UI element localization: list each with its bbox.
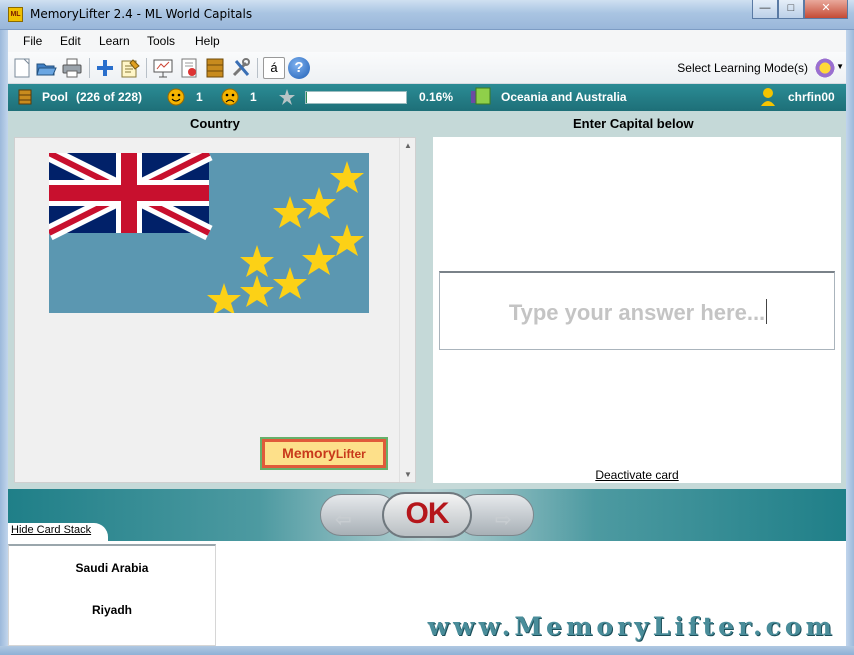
answer-header: Enter Capital below bbox=[573, 116, 694, 131]
arrow-right-icon: ⇨ bbox=[495, 509, 512, 531]
menu-learn[interactable]: Learn bbox=[99, 34, 130, 48]
new-icon[interactable] bbox=[11, 57, 33, 79]
answer-input[interactable]: Type your answer here... bbox=[439, 271, 835, 350]
menu-edit[interactable]: Edit bbox=[60, 34, 81, 48]
toolbar-separator bbox=[146, 58, 147, 78]
question-header: Country bbox=[190, 116, 240, 131]
box-icon[interactable] bbox=[204, 57, 226, 79]
answer-panel: Type your answer here... Deactivate card bbox=[433, 137, 841, 483]
app-icon[interactable]: ML bbox=[8, 7, 23, 22]
window-controls: — □ ✕ bbox=[752, 0, 848, 20]
chapter-icon bbox=[470, 87, 492, 110]
hide-card-stack-link[interactable]: Hide Card Stack bbox=[11, 524, 91, 536]
learning-mode-label[interactable]: Select Learning Mode(s) bbox=[677, 61, 808, 75]
title-bar: ML MemoryLifter 2.4 - ML World Capitals … bbox=[0, 0, 854, 30]
smiley-sad-icon bbox=[221, 88, 239, 109]
print-icon[interactable] bbox=[61, 57, 83, 79]
memorylifter-logo: MemoryLifter bbox=[260, 437, 388, 470]
menu-help[interactable]: Help bbox=[195, 34, 220, 48]
stack-answer: Riyadh bbox=[91, 603, 132, 617]
maximize-button[interactable]: □ bbox=[778, 0, 804, 19]
text-caret bbox=[766, 299, 767, 324]
window-frame-right bbox=[846, 30, 854, 646]
ok-button[interactable]: OK bbox=[382, 492, 472, 538]
statistics-icon[interactable] bbox=[178, 57, 200, 79]
menu-file[interactable]: File bbox=[23, 34, 42, 48]
special-char-icon[interactable]: á bbox=[263, 57, 285, 79]
star-icon bbox=[278, 88, 296, 109]
pool-count: (226 of 228) bbox=[76, 90, 143, 104]
window-frame-left bbox=[0, 30, 8, 646]
toolbar: á ? Select Learning Mode(s) ▼ bbox=[8, 52, 846, 84]
status-bar: Pool (226 of 228) 1 1 0.16% Oceania and … bbox=[8, 84, 846, 111]
website-banner: www.MemoryLifter.com bbox=[427, 612, 836, 641]
menu-tools[interactable]: Tools bbox=[147, 34, 175, 48]
tuvalu-flag-image bbox=[49, 153, 369, 313]
card-stack-item[interactable]: Saudi Arabia Riyadh bbox=[8, 544, 216, 646]
smiley-happy-icon bbox=[167, 88, 185, 109]
question-scrollbar[interactable]: ▲ ▼ bbox=[399, 138, 415, 482]
user-name[interactable]: chrfin00 bbox=[788, 90, 835, 104]
right-count: 1 bbox=[196, 90, 203, 104]
deactivate-card-link[interactable]: Deactivate card bbox=[433, 468, 841, 482]
progress-bar bbox=[305, 91, 407, 104]
arrow-left-icon: ⇦ bbox=[335, 509, 352, 531]
progress-text: 0.16% bbox=[419, 90, 454, 104]
card-stack-tab: Hide Card Stack bbox=[8, 523, 108, 541]
toolbar-separator bbox=[89, 58, 90, 78]
minimize-button[interactable]: — bbox=[752, 0, 778, 19]
learning-mode-icon[interactable] bbox=[814, 57, 836, 79]
settings-icon[interactable] bbox=[230, 57, 252, 79]
add-icon[interactable] bbox=[94, 57, 116, 79]
wrong-count: 1 bbox=[250, 90, 257, 104]
card-area: Country Enter Capital below MemoryLifter… bbox=[8, 111, 846, 489]
scroll-up-icon[interactable]: ▲ bbox=[404, 141, 412, 150]
question-panel: MemoryLifter ▲ ▼ bbox=[14, 137, 416, 483]
logo-text-lifter: Lifter bbox=[335, 447, 366, 461]
user-icon bbox=[760, 87, 776, 110]
chevron-down-icon[interactable]: ▼ bbox=[836, 62, 844, 71]
window-title: MemoryLifter 2.4 - ML World Capitals bbox=[30, 7, 253, 21]
pool-box-icon bbox=[18, 89, 32, 108]
logo-text-memory: Memory bbox=[282, 445, 336, 461]
scroll-down-icon[interactable]: ▼ bbox=[404, 470, 412, 479]
close-button[interactable]: ✕ bbox=[804, 0, 848, 19]
navigation-band: ⇦ ⇨ OK bbox=[8, 489, 846, 541]
presentation-icon[interactable] bbox=[152, 57, 174, 79]
edit-icon[interactable] bbox=[119, 57, 141, 79]
help-icon[interactable]: ? bbox=[288, 57, 310, 79]
menu-bar: File Edit Learn Tools Help bbox=[8, 30, 846, 52]
window-frame-bottom bbox=[0, 646, 854, 655]
toolbar-separator bbox=[257, 58, 258, 78]
answer-placeholder: Type your answer here... bbox=[508, 300, 766, 325]
stack-question: Saudi Arabia bbox=[75, 561, 149, 575]
open-icon[interactable] bbox=[35, 57, 57, 79]
pool-label: Pool bbox=[42, 90, 68, 104]
chapter-name[interactable]: Oceania and Australia bbox=[501, 90, 627, 104]
